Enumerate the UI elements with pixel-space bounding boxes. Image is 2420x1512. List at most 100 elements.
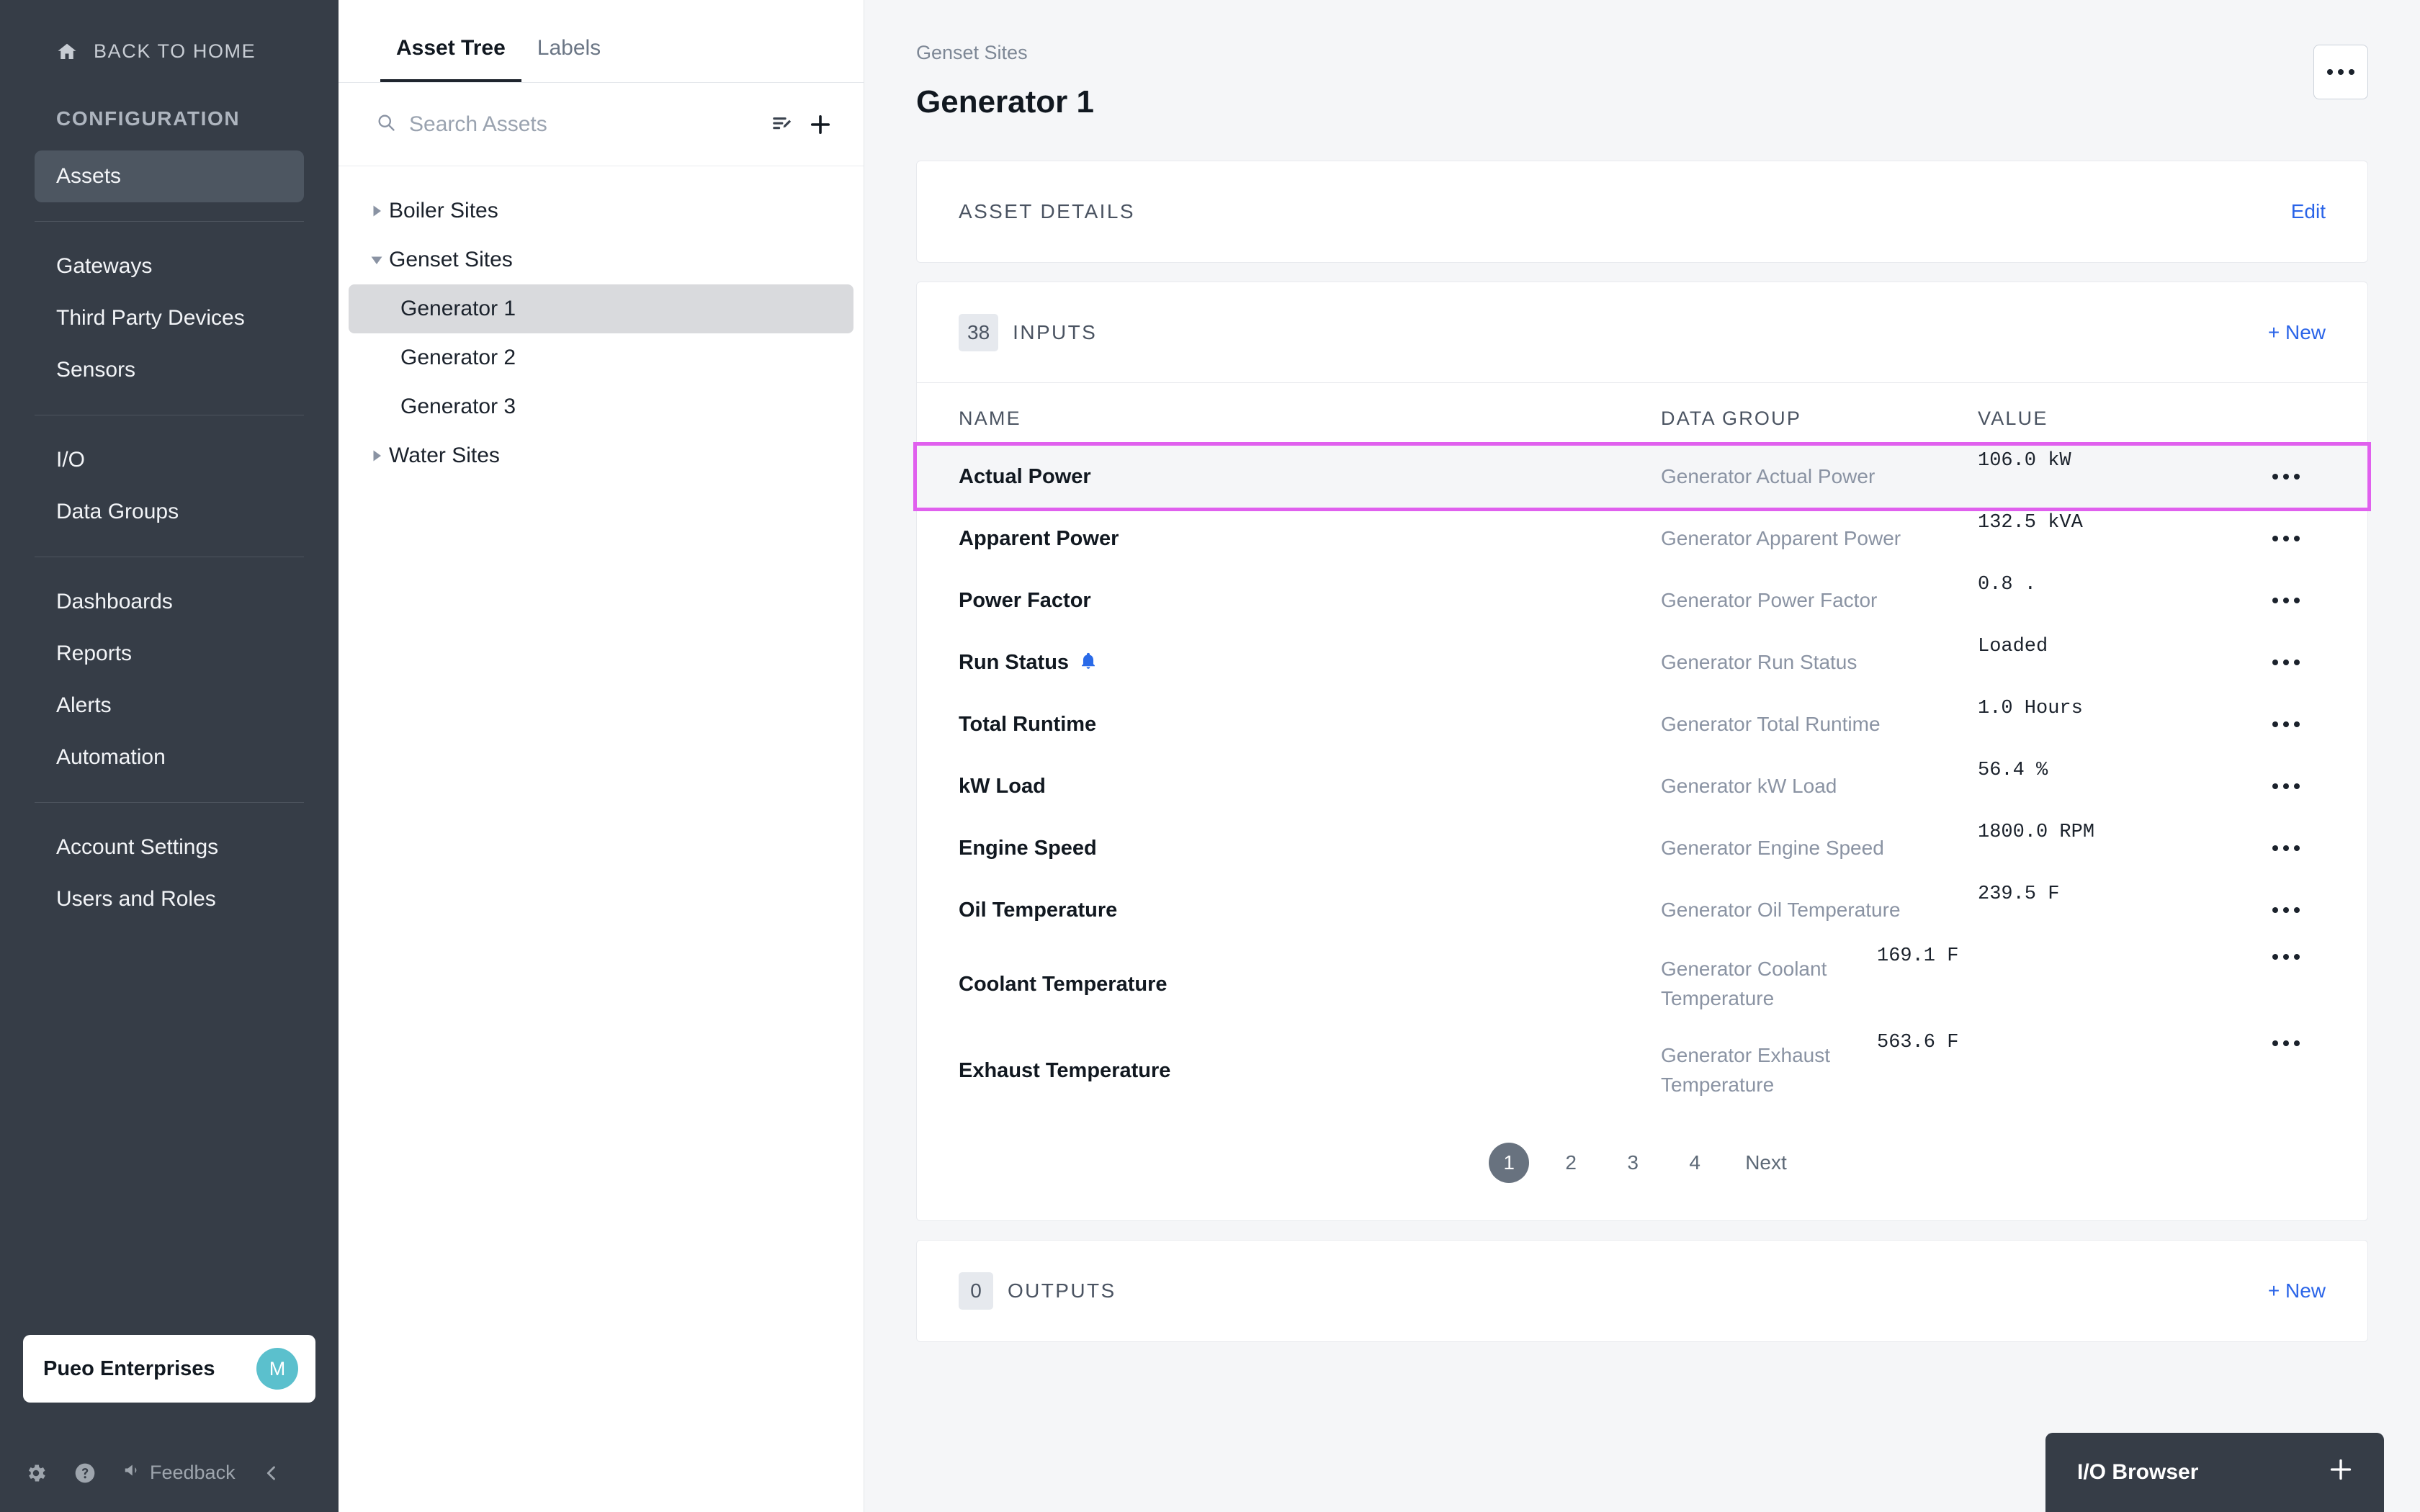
sidebar-item-label: Assets bbox=[56, 164, 122, 188]
new-output-button[interactable]: + New bbox=[2268, 1279, 2326, 1302]
chevron-left-icon[interactable] bbox=[261, 1463, 282, 1483]
pagination-next-button[interactable]: Next bbox=[1736, 1143, 1796, 1183]
sidebar-item-label: Data Groups bbox=[56, 500, 179, 523]
sidebar-item-data-groups[interactable]: Data Groups bbox=[35, 486, 304, 538]
cell-name: Coolant Temperature bbox=[959, 973, 1661, 996]
row-more-actions-button[interactable] bbox=[2246, 941, 2326, 960]
input-name: Engine Speed bbox=[959, 836, 1097, 860]
asset-details-title: ASSET DETAILS bbox=[959, 200, 1135, 222]
cell-value: 563.6 F bbox=[1877, 1032, 1959, 1053]
tree-item-generator-3[interactable]: Generator 3 bbox=[349, 382, 853, 431]
chevron-right-icon[interactable] bbox=[364, 449, 389, 462]
cell-data-group: Generator Coolant Temperature bbox=[1661, 958, 1827, 1009]
list-edit-icon[interactable] bbox=[770, 112, 794, 137]
table-row[interactable]: Oil Temperature Generator Oil Temperatur… bbox=[917, 879, 2367, 941]
cell-data-group: Generator Apparent Power bbox=[1661, 526, 1901, 549]
question-circle-icon[interactable] bbox=[73, 1462, 97, 1485]
pagination-page-4[interactable]: 4 bbox=[1675, 1143, 1715, 1183]
cell-name: Power Factor bbox=[959, 589, 1661, 613]
table-row[interactable]: Power Factor Generator Power Factor 0.8 … bbox=[917, 570, 2367, 631]
sidebar-item-alerts[interactable]: Alerts bbox=[35, 680, 304, 732]
sidebar-item-automation[interactable]: Automation bbox=[35, 732, 304, 783]
row-more-actions-button[interactable] bbox=[2246, 1027, 2326, 1046]
search-input[interactable] bbox=[409, 112, 757, 137]
cell-data-group: Generator Total Runtime bbox=[1661, 712, 1881, 735]
row-more-actions-button[interactable] bbox=[2246, 536, 2326, 541]
asset-details-title-wrap: ASSET DETAILS bbox=[959, 200, 1135, 223]
tree-item-genset-sites[interactable]: Genset Sites bbox=[349, 235, 853, 284]
column-header-value: VALUE bbox=[1978, 408, 2048, 429]
chevron-right-icon[interactable] bbox=[364, 204, 389, 217]
sidebar-footer: Feedback bbox=[24, 1459, 282, 1486]
inputs-header: 38 INPUTS + New bbox=[917, 282, 2367, 383]
input-name: Apparent Power bbox=[959, 526, 1119, 550]
sidebar-item-reports[interactable]: Reports bbox=[35, 628, 304, 680]
table-row[interactable]: Engine Speed Generator Engine Speed 1800… bbox=[917, 817, 2367, 879]
table-row[interactable]: Total Runtime Generator Total Runtime 1.… bbox=[917, 693, 2367, 755]
sidebar-item-users-and-roles[interactable]: Users and Roles bbox=[35, 873, 304, 925]
row-more-actions-button[interactable] bbox=[2246, 660, 2326, 665]
tab-labels[interactable]: Labels bbox=[521, 36, 617, 82]
sidebar-item-gateways[interactable]: Gateways bbox=[35, 240, 304, 292]
pagination-page-1[interactable]: 1 bbox=[1489, 1143, 1530, 1183]
tab-asset-tree[interactable]: Asset Tree bbox=[380, 36, 521, 82]
sidebar-divider bbox=[35, 802, 304, 803]
table-row[interactable]: Apparent Power Generator Apparent Power … bbox=[917, 508, 2367, 570]
sidebar-item-io[interactable]: I/O bbox=[35, 434, 304, 486]
tree-item-label: Generator 3 bbox=[400, 395, 516, 418]
row-more-actions-button[interactable] bbox=[2246, 721, 2326, 727]
sidebar-item-label: Users and Roles bbox=[56, 887, 216, 911]
row-more-actions-button[interactable] bbox=[2246, 598, 2326, 603]
gear-icon[interactable] bbox=[24, 1462, 48, 1485]
table-row[interactable]: Coolant Temperature Generator Coolant Te… bbox=[917, 941, 2367, 1027]
edit-asset-details-button[interactable]: Edit bbox=[2291, 200, 2326, 223]
home-icon bbox=[56, 41, 78, 63]
row-more-actions-button[interactable] bbox=[2246, 474, 2326, 480]
cell-data-group: Generator Exhaust Temperature bbox=[1661, 1044, 1831, 1096]
sidebar-item-label: Alerts bbox=[56, 693, 112, 717]
table-row[interactable]: Exhaust Temperature Generator Exhaust Te… bbox=[917, 1027, 2367, 1114]
pagination-page-3[interactable]: 3 bbox=[1613, 1143, 1653, 1183]
outputs-card: 0 OUTPUTS + New bbox=[916, 1240, 2368, 1342]
tree-item-generator-1[interactable]: Generator 1 bbox=[349, 284, 853, 333]
row-more-actions-button[interactable] bbox=[2246, 783, 2326, 789]
tab-label: Labels bbox=[537, 36, 601, 60]
sidebar-item-sensors[interactable]: Sensors bbox=[35, 344, 304, 396]
sidebar-item-third-party-devices[interactable]: Third Party Devices bbox=[35, 292, 304, 344]
sidebar-item-account-settings[interactable]: Account Settings bbox=[35, 822, 304, 873]
input-name: Run Status bbox=[959, 650, 1070, 674]
plus-icon[interactable] bbox=[2326, 1455, 2355, 1490]
chevron-down-icon[interactable] bbox=[364, 253, 389, 266]
back-to-home-label: BACK TO HOME bbox=[94, 40, 256, 62]
more-horizontal-icon bbox=[2327, 69, 2354, 75]
tree-item-label: Generator 2 bbox=[400, 346, 516, 369]
row-more-actions-button[interactable] bbox=[2246, 907, 2326, 913]
outputs-title-wrap: 0 OUTPUTS bbox=[959, 1272, 1116, 1310]
cell-value: 169.1 F bbox=[1877, 945, 1959, 967]
new-input-button[interactable]: + New bbox=[2268, 321, 2326, 344]
table-row[interactable]: Actual Power Generator Actual Power 106.… bbox=[913, 442, 2371, 511]
sidebar-item-assets[interactable]: Assets bbox=[35, 150, 304, 202]
page-more-actions-button[interactable] bbox=[2313, 45, 2368, 99]
sidebar-item-dashboards[interactable]: Dashboards bbox=[35, 576, 304, 628]
breadcrumb[interactable]: Genset Sites bbox=[916, 42, 2368, 64]
cell-data-group: Generator Run Status bbox=[1661, 650, 1857, 673]
tree-item-boiler-sites[interactable]: Boiler Sites bbox=[349, 186, 853, 235]
asset-details-header: ASSET DETAILS Edit bbox=[917, 161, 2367, 262]
io-browser-panel[interactable]: I/O Browser bbox=[2045, 1433, 2384, 1512]
pagination-page-2[interactable]: 2 bbox=[1551, 1143, 1591, 1183]
more-horizontal-icon bbox=[2272, 536, 2300, 541]
add-asset-icon[interactable] bbox=[807, 112, 833, 138]
table-row[interactable]: kW Load Generator kW Load 56.4 % bbox=[917, 755, 2367, 817]
cell-value: 1.0 Hours bbox=[1978, 698, 2083, 719]
table-row[interactable]: Run Status Generator Run Status Loaded bbox=[917, 631, 2367, 693]
feedback-button[interactable]: Feedback bbox=[122, 1459, 236, 1486]
row-more-actions-button[interactable] bbox=[2246, 845, 2326, 851]
tree-item-generator-2[interactable]: Generator 2 bbox=[349, 333, 853, 382]
cell-name: Exhaust Temperature bbox=[959, 1059, 1661, 1083]
back-to-home-link[interactable]: BACK TO HOME bbox=[0, 0, 339, 63]
org-switcher[interactable]: Pueo Enterprises M bbox=[23, 1335, 315, 1403]
tree-item-water-sites[interactable]: Water Sites bbox=[349, 431, 853, 480]
more-horizontal-icon bbox=[2272, 783, 2300, 789]
cell-name: Engine Speed bbox=[959, 837, 1661, 860]
